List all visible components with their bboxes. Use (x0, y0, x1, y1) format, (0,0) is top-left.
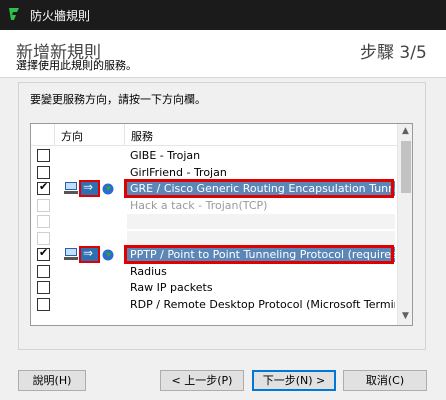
service-name: RDP / Remote Desktop Protocol (Microsoft… (130, 297, 395, 311)
service-checkbox[interactable] (37, 215, 50, 228)
service-checkbox[interactable] (37, 264, 50, 278)
service-row[interactable] (31, 213, 397, 230)
service-row[interactable]: RDP / Remote Desktop Protocol (Microsoft… (31, 296, 397, 313)
title-bar: 防火牆規則 (0, 0, 446, 30)
step-indicator: 步驟 3/5 (360, 43, 427, 63)
service-row[interactable]: Radius (31, 263, 397, 280)
service-row[interactable]: ⇒ GRE / Cisco Generic Routing Encapsulati… (31, 180, 397, 197)
computer-icon (64, 248, 78, 260)
right-arrow-icon[interactable]: ⇒ (79, 180, 100, 197)
service-name: GIBE - Trojan (130, 149, 201, 162)
column-direction[interactable]: 方向 (61, 128, 83, 144)
service-checkbox[interactable] (37, 149, 50, 162)
right-arrow-icon[interactable]: ⇒ (79, 246, 100, 263)
service-checkbox[interactable] (37, 180, 50, 195)
scrollbar-thumb[interactable] (401, 141, 411, 193)
service-checkbox[interactable] (37, 281, 50, 294)
service-name: Raw IP packets (130, 281, 213, 294)
service-name: GRE / Cisco Generic Routing Encapsulatio… (127, 181, 395, 196)
service-checkbox[interactable] (37, 231, 50, 245)
direction-toggle[interactable]: ⇒ (64, 180, 124, 197)
help-button[interactable]: 說明(H) (18, 370, 86, 391)
service-row[interactable]: Hack a tack - Trojan(TCP) (31, 197, 397, 214)
service-row[interactable]: GirlFriend - Trojan (31, 164, 397, 181)
list-header: 方向 服務 ˄ (31, 124, 397, 146)
computer-icon (64, 182, 78, 194)
globe-icon (102, 183, 114, 195)
scroll-down-icon[interactable]: ▼ (402, 311, 409, 321)
window-title: 防火牆規則 (30, 9, 91, 23)
vertical-scrollbar[interactable]: ▲ ▼ (397, 124, 412, 325)
scroll-up-icon[interactable]: ▲ (402, 126, 409, 136)
service-name: Radius (130, 264, 167, 278)
column-separator (124, 124, 125, 146)
direction-toggle[interactable]: ⇒ (64, 246, 124, 263)
service-row[interactable]: GIBE - Trojan (31, 147, 397, 164)
service-checkbox[interactable] (37, 165, 50, 179)
back-button[interactable]: < 上一步(P) (160, 370, 244, 391)
service-name (127, 230, 395, 246)
service-name (127, 214, 395, 229)
instruction-text: 要變更服務方向，請按一下方向欄。 (30, 93, 206, 106)
page-subtitle: 選擇使用此規則的服務。 (16, 59, 137, 72)
cancel-button[interactable]: 取消(C) (343, 370, 427, 391)
service-name: Hack a tack - Trojan(TCP) (130, 198, 268, 212)
service-name: PPTP / Point to Point Tunneling Protocol… (127, 247, 395, 262)
service-list[interactable]: 方向 服務 ˄ GIBE - Trojan GirlFriend - Trojan… (30, 123, 413, 326)
service-checkbox[interactable] (37, 198, 50, 212)
service-row[interactable] (31, 230, 397, 247)
column-separator (54, 124, 55, 146)
column-service[interactable]: 服務 (131, 128, 153, 144)
service-checkbox[interactable] (37, 246, 50, 261)
globe-icon (102, 249, 114, 261)
shield-icon (9, 8, 19, 20)
service-checkbox[interactable] (37, 297, 50, 311)
next-button[interactable]: 下一步(N) > (252, 370, 336, 391)
service-name: GirlFriend - Trojan (130, 165, 227, 179)
sort-up-icon: ˄ (255, 123, 261, 134)
service-row[interactable]: Raw IP packets (31, 279, 397, 296)
service-row[interactable]: ⇒ PPTP / Point to Point Tunneling Protoco… (31, 246, 397, 263)
service-rows: GIBE - Trojan GirlFriend - Trojan ⇒ GRE / C… (31, 147, 397, 312)
